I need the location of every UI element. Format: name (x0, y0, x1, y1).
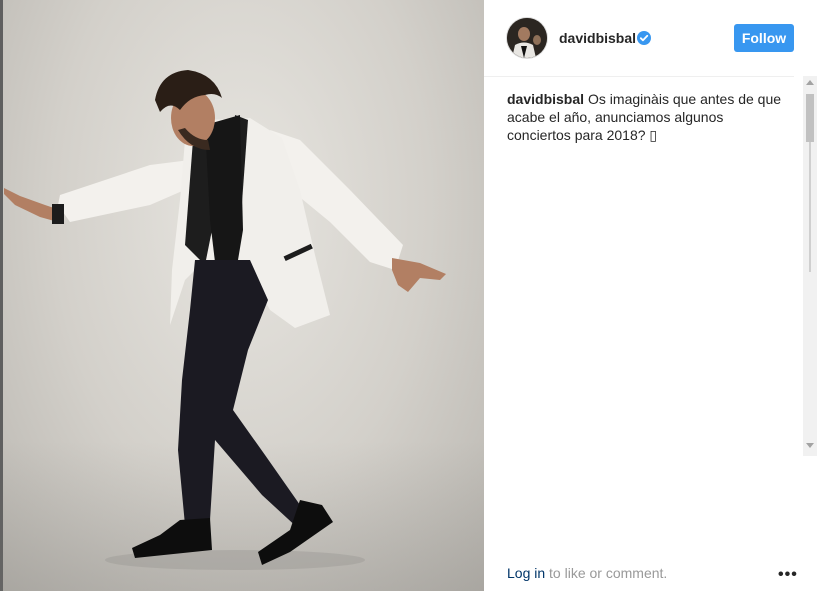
login-link[interactable]: Log in (507, 565, 545, 581)
scroll-track (809, 142, 811, 272)
avatar-portrait-icon (507, 18, 547, 58)
profile-avatar[interactable] (507, 18, 547, 58)
follow-button[interactable]: Follow (734, 24, 794, 52)
post-caption: davidbisbal Os imaginàis que antes de que… (507, 90, 782, 144)
scroll-thumb[interactable] (806, 94, 814, 142)
scroll-down-arrow-icon[interactable] (806, 443, 814, 448)
more-options-icon[interactable]: ••• (778, 566, 798, 584)
post-photo[interactable] (0, 0, 484, 591)
scroll-up-arrow-icon[interactable] (806, 80, 814, 85)
login-prompt-text: to like or comment. (545, 565, 668, 581)
verified-badge-icon (637, 31, 651, 45)
man-figure-illustration (4, 70, 446, 570)
header-username[interactable]: davidbisbal (559, 30, 636, 46)
login-prompt: Log in to like or comment. (507, 565, 667, 581)
post-side-panel: davidbisbal Follow davidbisbal Os imaginà… (484, 0, 818, 591)
comments-scrollbar[interactable] (803, 76, 817, 456)
post-header: davidbisbal Follow (484, 0, 794, 77)
caption-username[interactable]: davidbisbal (507, 91, 584, 107)
